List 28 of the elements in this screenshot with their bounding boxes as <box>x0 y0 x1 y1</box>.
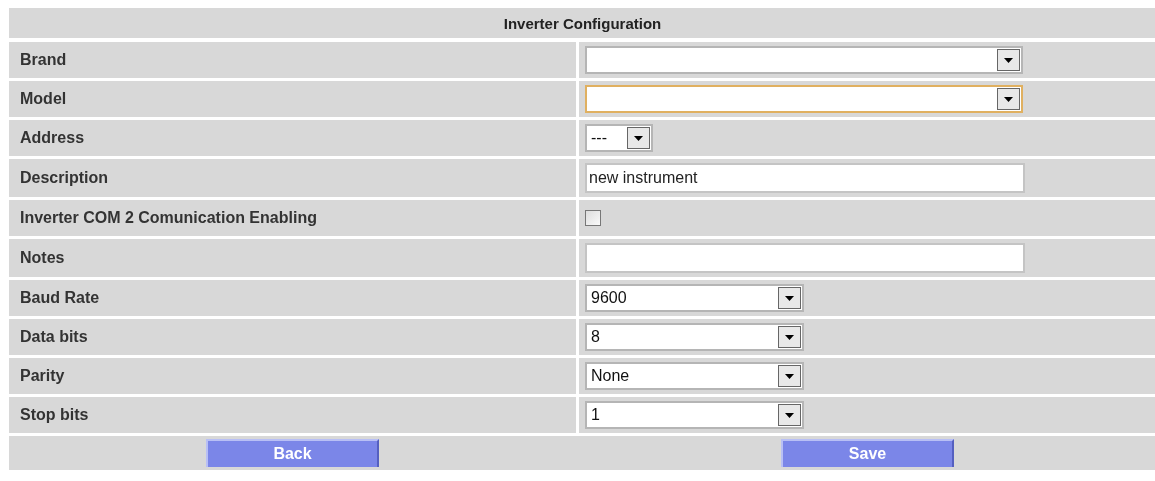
field-label: Brand <box>9 42 576 78</box>
field-label: Baud Rate <box>9 280 576 316</box>
dropdown-field[interactable] <box>585 46 1023 74</box>
dropdown-field[interactable] <box>585 85 1023 113</box>
field-label: Stop bits <box>9 397 576 433</box>
field-label: Model <box>9 81 576 117</box>
dropdown-field[interactable]: --- <box>585 124 653 152</box>
checkbox[interactable] <box>585 210 601 226</box>
field-label: Parity <box>9 358 576 394</box>
text-field[interactable] <box>585 243 1025 273</box>
dropdown-field[interactable]: 9600 <box>585 284 804 312</box>
text-field[interactable]: new instrument <box>585 163 1025 193</box>
form-title: Inverter Configuration <box>9 8 1155 38</box>
caret-icon <box>785 373 794 379</box>
dropdown-field[interactable]: 1 <box>585 401 804 429</box>
caret-icon <box>1004 57 1013 63</box>
caret-icon <box>785 412 794 418</box>
field-label: Address <box>9 120 576 156</box>
field-label: Description <box>9 159 576 197</box>
field-label: Data bits <box>9 319 576 355</box>
dropdown-field[interactable]: None <box>585 362 804 390</box>
caret-icon <box>785 295 794 301</box>
caret-icon <box>785 334 794 340</box>
dropdown-field[interactable]: 8 <box>585 323 804 351</box>
field-label: Notes <box>9 239 576 277</box>
field-label: Inverter COM 2 Comunication Enabling <box>9 200 576 236</box>
caret-icon <box>1004 96 1013 102</box>
caret-icon <box>634 135 643 141</box>
